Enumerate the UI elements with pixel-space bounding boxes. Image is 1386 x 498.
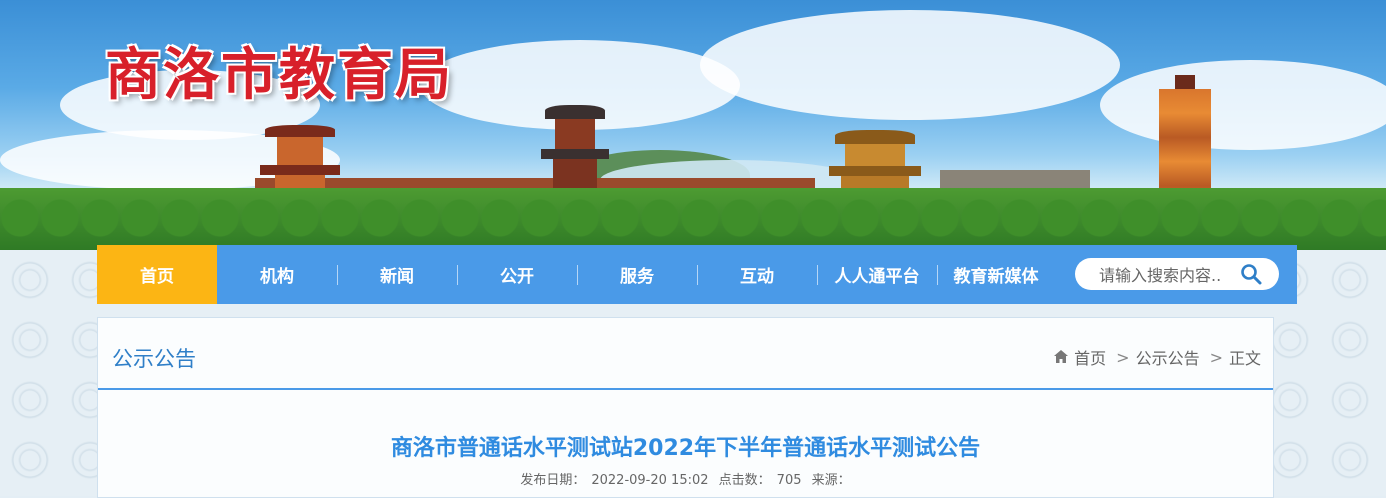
nav-item-home[interactable]: 首页	[97, 245, 217, 304]
search-icon[interactable]	[1239, 262, 1263, 286]
clicks-label: 点击数：	[718, 473, 771, 488]
nav-item-new-media[interactable]: 教育新媒体	[937, 245, 1055, 304]
cloud	[700, 10, 1120, 120]
nav-item-services[interactable]: 服务	[577, 245, 697, 304]
breadcrumb-separator: >	[1116, 347, 1130, 367]
click-count: 705	[776, 473, 802, 488]
breadcrumb-separator: >	[1209, 347, 1223, 367]
content-panel: 公示公告 首页 > 公示公告 > 正文 商洛市普通话水平测试站2022年下半年普…	[97, 317, 1274, 498]
breadcrumb: 首页 > 公示公告 > 正文	[1054, 345, 1261, 369]
article-meta: 发布日期： 2022-09-20 15:02 点击数： 705 来源：	[98, 469, 1273, 488]
cloud	[1100, 60, 1386, 150]
nav-item-renrentong[interactable]: 人人通平台	[817, 245, 937, 304]
left-pavilion	[260, 125, 340, 195]
section-title: 公示公告	[112, 347, 196, 371]
breadcrumb-current: 正文	[1228, 349, 1261, 368]
publish-date-label: 发布日期：	[520, 473, 586, 488]
nav-item-interaction[interactable]: 互动	[697, 245, 817, 304]
header-banner: 商洛市教育局	[0, 0, 1386, 250]
tree-line	[0, 188, 1386, 250]
site-title: 商洛市教育局	[105, 43, 453, 108]
nav-item-organization[interactable]: 机构	[217, 245, 337, 304]
search-box	[1075, 258, 1279, 290]
search-input[interactable]	[1097, 264, 1241, 286]
home-icon	[1054, 348, 1069, 367]
publish-date: 2022-09-20 15:02	[591, 473, 709, 488]
main-nav: 首页 机构 新闻 公开 服务 互动 人人通平台 教育新媒体	[97, 245, 1297, 304]
article-title: 商洛市普通话水平测试站2022年下半年普通话水平测试公告	[390, 436, 981, 461]
source-label: 来源：	[811, 473, 851, 488]
breadcrumb-home[interactable]: 首页	[1074, 345, 1106, 369]
nav-item-public[interactable]: 公开	[457, 245, 577, 304]
breadcrumb-announcements[interactable]: 公示公告	[1136, 345, 1200, 369]
panel-header: 公示公告 首页 > 公示公告 > 正文	[98, 318, 1273, 390]
nav-item-news[interactable]: 新闻	[337, 245, 457, 304]
